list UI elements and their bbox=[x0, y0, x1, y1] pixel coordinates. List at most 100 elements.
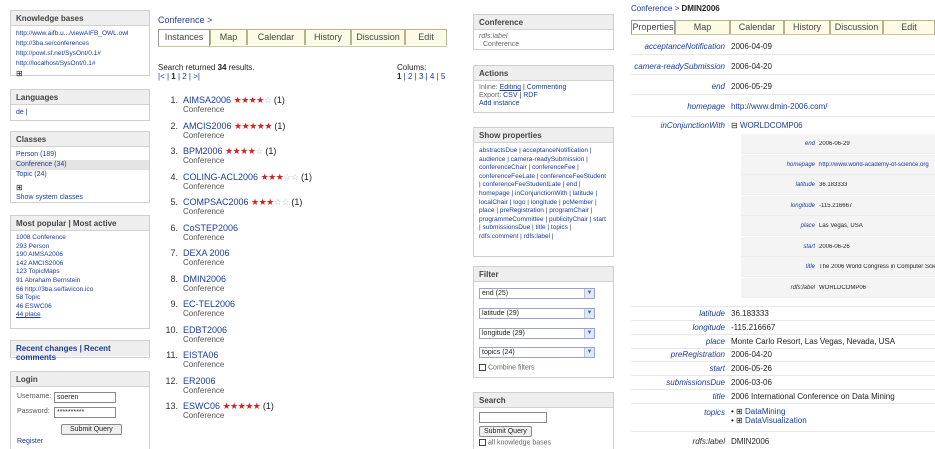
nested-property-value[interactable]: http://www.world-academy-of-science.org bbox=[819, 162, 935, 168]
property-key[interactable]: preRegistration bbox=[671, 350, 725, 359]
nested-property-key[interactable]: longitude bbox=[791, 203, 815, 209]
homepage-link[interactable]: http://www.dmin-2006.com/ bbox=[731, 102, 827, 111]
columns-selector[interactable]: 1 | 2 | 3 | 4 | 5 bbox=[397, 72, 445, 81]
tab-calendar[interactable]: Calendar bbox=[730, 20, 784, 34]
rating-stars-icon[interactable]: ★★★★★ bbox=[234, 121, 272, 131]
export-csv-link[interactable]: CSV bbox=[503, 92, 517, 99]
kb-link[interactable]: http://powl.sf.net/SysOnt/0.1# bbox=[16, 49, 144, 59]
tab-properties[interactable]: Properties bbox=[631, 20, 675, 34]
result-link[interactable]: COMPSAC2006 bbox=[183, 197, 249, 207]
all-knowledge-bases[interactable]: all knowledge bases bbox=[479, 439, 551, 446]
filter-select-end[interactable]: end (25) ▼ bbox=[479, 288, 595, 299]
rating-empty-stars-icon[interactable]: ☆☆ bbox=[283, 172, 299, 182]
rating-stars-icon[interactable]: ★★★★ bbox=[234, 95, 265, 105]
result-link[interactable]: DMIN2006 bbox=[183, 274, 226, 284]
property-key[interactable]: submissionsDue bbox=[666, 378, 725, 387]
pager[interactable]: |< | 1 | 2 | >| bbox=[158, 72, 200, 81]
show-system-classes-link[interactable]: Show system classes bbox=[11, 193, 149, 203]
worldcomp-link[interactable]: WORLDCOMP06 bbox=[740, 121, 803, 130]
result-link[interactable]: AIMSA2006 bbox=[183, 95, 231, 105]
tab-map[interactable]: Map bbox=[675, 20, 730, 34]
nested-property-key[interactable]: latitude bbox=[796, 182, 815, 188]
rating-empty-stars-icon[interactable]: ☆☆ bbox=[274, 197, 290, 207]
expand-icon[interactable]: ⊞ bbox=[16, 69, 144, 79]
popular-item[interactable]: 142 AMCIS2006 bbox=[16, 260, 144, 269]
collapse-icon[interactable]: ⊟ bbox=[731, 121, 738, 130]
password-input[interactable]: ********** bbox=[54, 407, 116, 418]
login-submit-button[interactable]: Submit Query bbox=[61, 424, 122, 435]
topic-link-datavisualization[interactable]: DataVisualization bbox=[745, 416, 807, 425]
result-link[interactable]: ER2006 bbox=[183, 376, 216, 386]
checkbox-icon[interactable] bbox=[479, 439, 486, 446]
property-key[interactable]: inConjunctionWith bbox=[661, 121, 725, 130]
tab-calendar[interactable]: Calendar bbox=[247, 29, 305, 45]
nested-property-key[interactable]: title bbox=[806, 264, 815, 270]
breadcrumb[interactable]: Conference > bbox=[158, 15, 212, 25]
expand-icon[interactable]: ⊞ bbox=[736, 407, 743, 416]
register-link[interactable]: Register bbox=[17, 438, 43, 445]
tab-discussion[interactable]: Discussion bbox=[351, 29, 405, 45]
filter-select-longitude[interactable]: longitude (29) ▼ bbox=[479, 328, 595, 339]
search-input[interactable] bbox=[479, 412, 547, 423]
language-link-de[interactable]: de | bbox=[16, 108, 144, 118]
tab-discussion[interactable]: Discussion bbox=[830, 20, 883, 34]
popular-item[interactable]: 190 AIMSA2006 bbox=[16, 251, 144, 260]
property-key[interactable]: place bbox=[706, 337, 725, 346]
result-link[interactable]: ESWC06 bbox=[183, 401, 220, 411]
result-link[interactable]: EISTA06 bbox=[183, 350, 218, 360]
result-link[interactable]: COLING-ACL2006 bbox=[183, 172, 258, 182]
class-item-conference[interactable]: Conference (34) bbox=[11, 160, 149, 170]
popular-item[interactable]: 46 ESWC06 bbox=[16, 303, 144, 312]
rating-stars-icon[interactable]: ★★★★★ bbox=[223, 401, 261, 411]
filter-select-topics[interactable]: topics (24) ▼ bbox=[479, 347, 595, 358]
username-input[interactable]: soeren bbox=[54, 392, 116, 403]
recent-changes-title[interactable]: Recent changes | Recent comments bbox=[11, 341, 149, 362]
rating-stars-icon[interactable]: ★★★ bbox=[261, 172, 284, 182]
tab-history[interactable]: History bbox=[784, 20, 830, 34]
right-breadcrumb-link[interactable]: Conference > bbox=[631, 4, 681, 13]
result-link[interactable]: EDBT2006 bbox=[183, 325, 227, 335]
property-links[interactable]: abstractsDue | acceptanceNotification | … bbox=[474, 143, 613, 245]
property-key[interactable]: end bbox=[712, 82, 725, 91]
popular-item[interactable]: 123 TopicMaps bbox=[16, 268, 144, 277]
rating-stars-icon[interactable]: ★★★★ bbox=[225, 146, 256, 156]
result-link[interactable]: DEXA 2006 bbox=[183, 248, 230, 258]
tab-history[interactable]: History bbox=[305, 29, 351, 45]
nested-property-key[interactable]: place bbox=[801, 223, 815, 229]
inline-commenting-link[interactable]: Commenting bbox=[527, 84, 567, 91]
rating-empty-stars-icon[interactable]: ☆ bbox=[255, 146, 263, 156]
property-key[interactable]: acceptanceNotification bbox=[645, 42, 726, 51]
property-key[interactable]: latitude bbox=[699, 309, 725, 318]
class-item-person[interactable]: Person (189) bbox=[11, 150, 149, 160]
popular-item[interactable]: 58 Topic bbox=[16, 294, 144, 303]
kb-link[interactable]: http://localhost/SysOnt/0.1# bbox=[16, 59, 144, 69]
rating-empty-stars-icon[interactable]: ☆ bbox=[264, 95, 272, 105]
property-key[interactable]: start bbox=[709, 364, 725, 373]
nested-property-key[interactable]: homepage bbox=[787, 162, 815, 168]
filter-select-latitude[interactable]: latitude (29) ▼ bbox=[479, 308, 595, 319]
export-rdf-link[interactable]: RDF bbox=[523, 92, 537, 99]
result-link[interactable]: EC-TEL2006 bbox=[183, 299, 235, 309]
property-key[interactable]: camera-readySubmission bbox=[634, 62, 725, 71]
kb-link[interactable]: http://www.aifb.u.../viewAIFB_OWL.owl bbox=[16, 29, 144, 39]
property-key[interactable]: topics bbox=[704, 408, 725, 417]
result-link[interactable]: AMCIS2006 bbox=[183, 121, 232, 131]
result-link[interactable]: BPM2006 bbox=[183, 146, 223, 156]
kb-link[interactable]: http://3ba.se/conferences bbox=[16, 39, 144, 49]
popular-item[interactable]: 1008 Conference bbox=[16, 234, 144, 243]
nested-property-key[interactable]: start bbox=[803, 244, 815, 250]
property-key[interactable]: homepage bbox=[687, 102, 725, 111]
expand-icon[interactable]: ⊞ bbox=[736, 416, 743, 425]
tab-instances[interactable]: Instances bbox=[158, 29, 210, 46]
tab-map[interactable]: Map bbox=[210, 29, 247, 45]
nested-property-key[interactable]: end bbox=[805, 141, 815, 147]
popular-item[interactable]: 66 http://3ba.se/favicon.ico bbox=[16, 286, 144, 295]
columns-rest[interactable]: | 2 | 3 | 4 | 5 bbox=[401, 72, 446, 81]
tab-edit[interactable]: Edit bbox=[883, 20, 935, 34]
pager-prev[interactable]: |< | bbox=[158, 72, 171, 81]
pager-rest[interactable]: | 2 | >| bbox=[176, 72, 200, 81]
property-key[interactable]: longitude bbox=[693, 323, 725, 332]
expand-icon[interactable]: ⊞ bbox=[11, 183, 149, 193]
search-submit-button[interactable]: Submit Query bbox=[479, 426, 532, 437]
property-key[interactable]: title bbox=[713, 392, 725, 401]
